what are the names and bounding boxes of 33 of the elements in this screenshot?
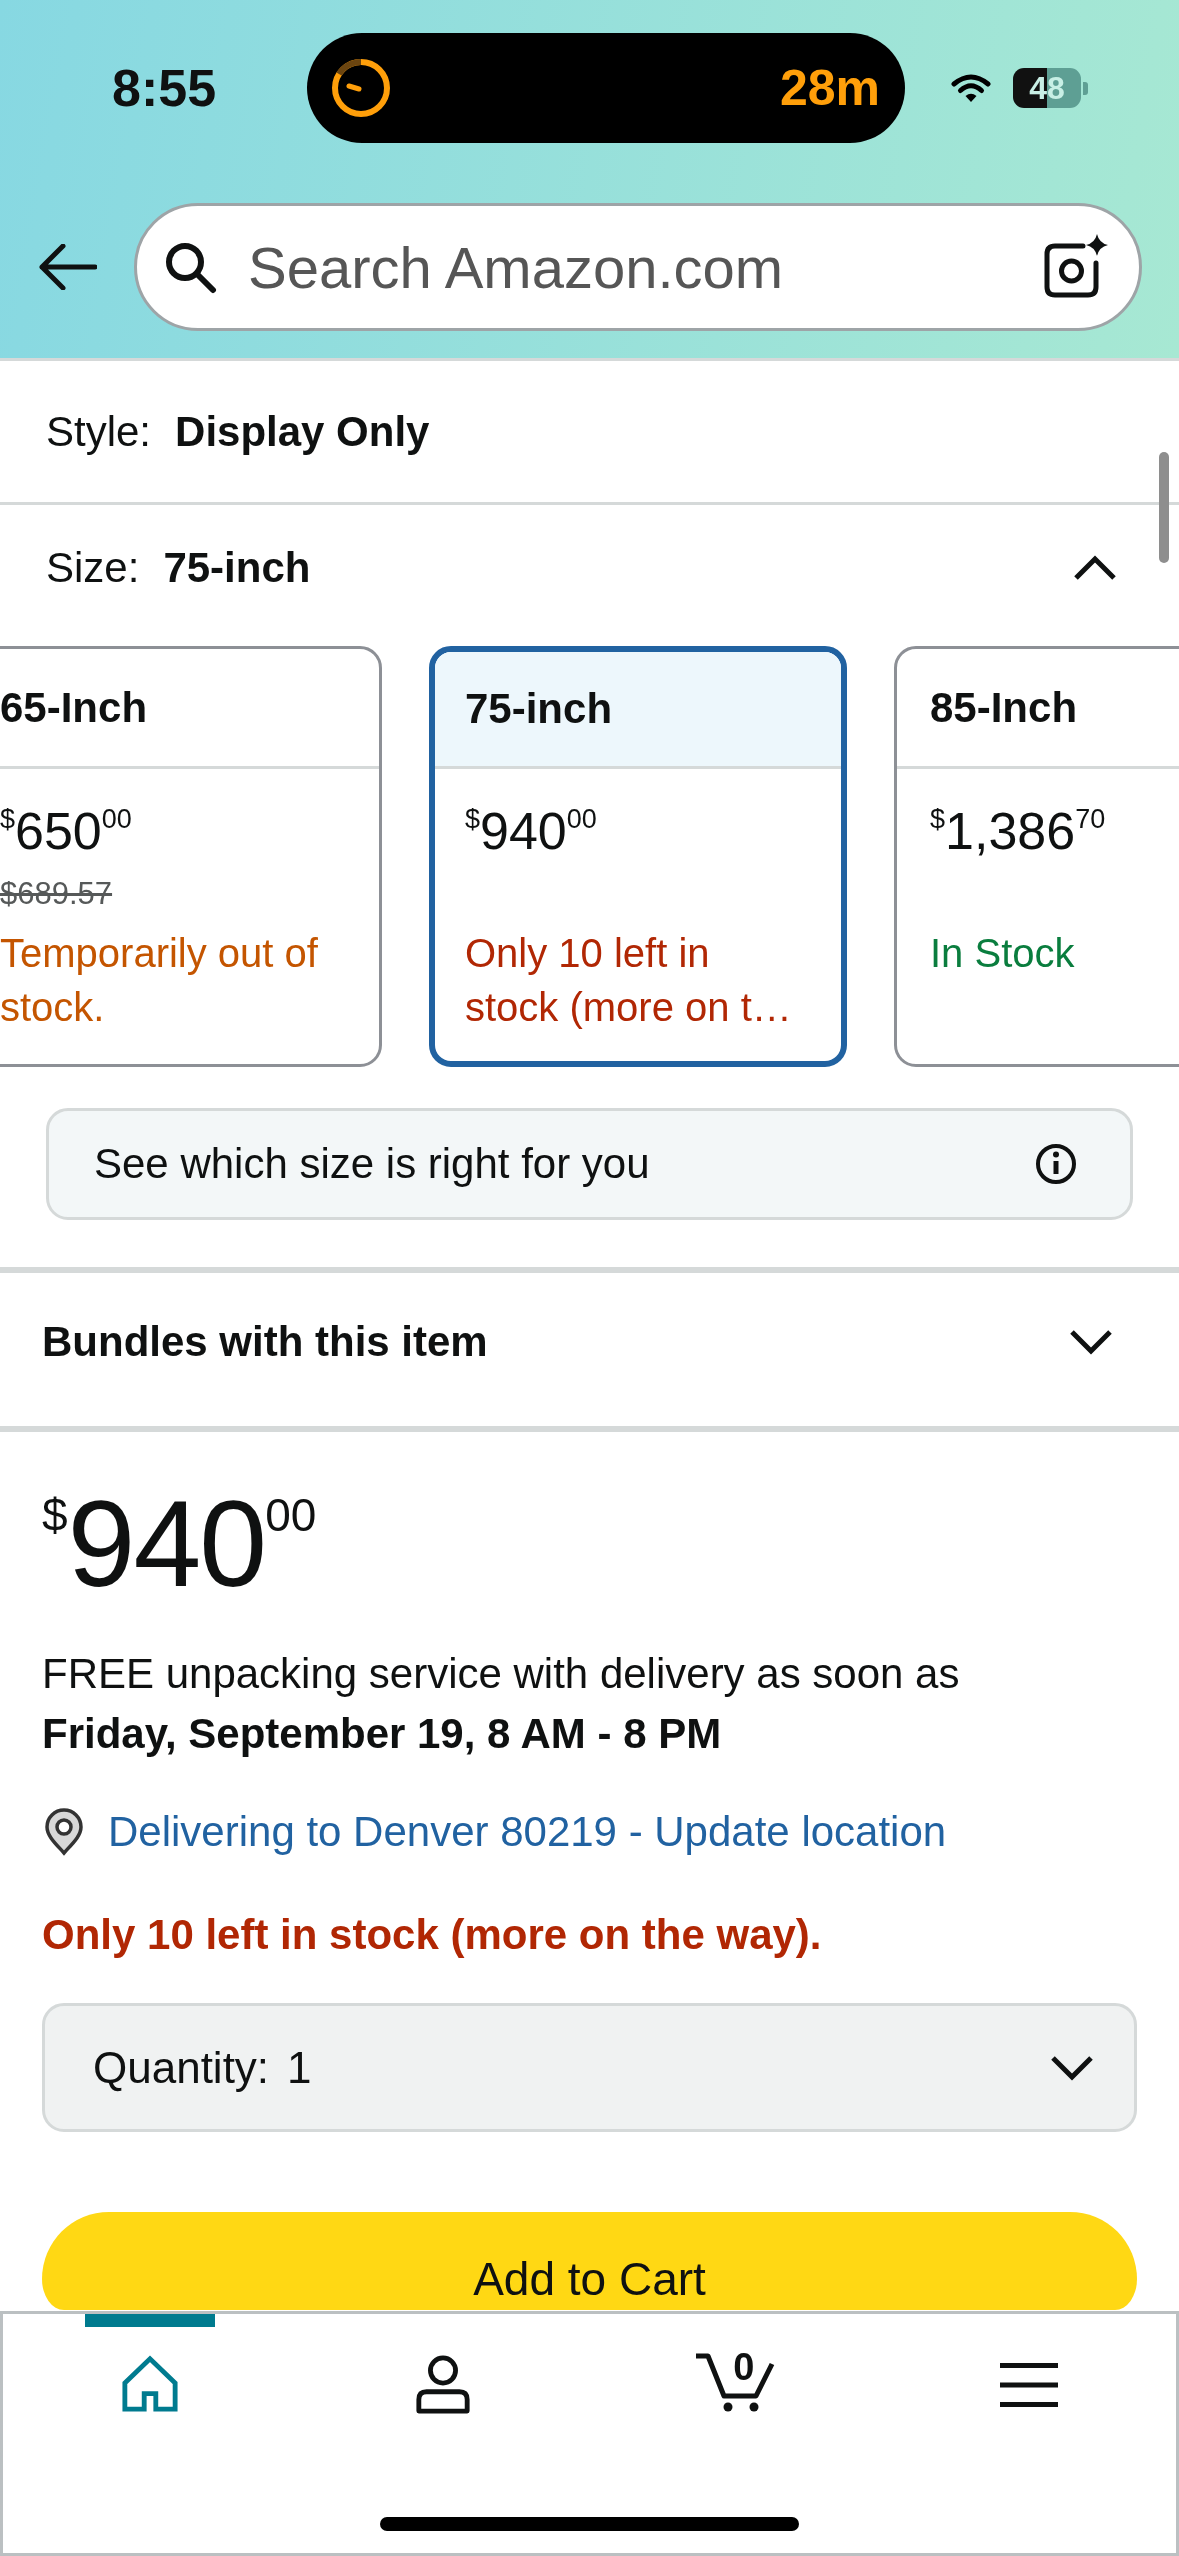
camera-sparkle-icon[interactable] — [1043, 233, 1109, 299]
stock-message: Only 10 left in stock (more on the way). — [42, 1910, 822, 1960]
timer-icon — [331, 58, 391, 118]
delivery-info: FREE unpacking service with delivery as soon as Friday, September 19, 8 AM - 8 PM — [42, 1649, 961, 1759]
style-label: Style: — [46, 407, 152, 456]
card-size-name: 75-inch — [435, 652, 841, 769]
card-size-name: 65-Inch — [0, 649, 379, 769]
list-price: $689.57 — [0, 876, 113, 912]
cart-tab[interactable]: 0 — [671, 2314, 802, 2434]
availability-text: Temporarily out of stock. — [0, 930, 319, 1031]
availability-text: Only 10 left in stock (more on t… — [465, 930, 793, 1031]
add-to-cart-button[interactable]: Add to Cart — [42, 2212, 1137, 2310]
size-value: 75-inch — [163, 544, 311, 592]
size-guide-button[interactable]: See which size is right for you — [46, 1108, 1133, 1220]
chevron-icon — [1050, 2054, 1094, 2081]
availability-text: In Stock — [930, 930, 1076, 977]
info-icon — [1035, 1143, 1077, 1185]
size-label: Size: — [46, 544, 140, 592]
wifi-icon — [951, 73, 991, 103]
status-time: 8:55 — [112, 59, 217, 117]
card-size-name: 85-Inch — [897, 649, 1179, 769]
person-icon — [413, 2355, 472, 2415]
style-value: Display Only — [175, 407, 430, 456]
timer-text: 28m — [779, 59, 880, 117]
location-pin-icon — [44, 1808, 84, 1856]
chevron-icon[interactable] — [1073, 555, 1117, 581]
search-icon — [163, 240, 217, 294]
back-arrow-icon[interactable] — [37, 244, 97, 290]
quantity-dropdown[interactable]: Quantity: 1 — [42, 2003, 1137, 2132]
location-link[interactable]: Delivering to Denver 80219 - Update location — [108, 1808, 947, 1856]
search-field[interactable]: Search Amazon.com — [134, 203, 1142, 331]
home-icon — [120, 2355, 179, 2413]
menu-icon — [1000, 2363, 1059, 2407]
